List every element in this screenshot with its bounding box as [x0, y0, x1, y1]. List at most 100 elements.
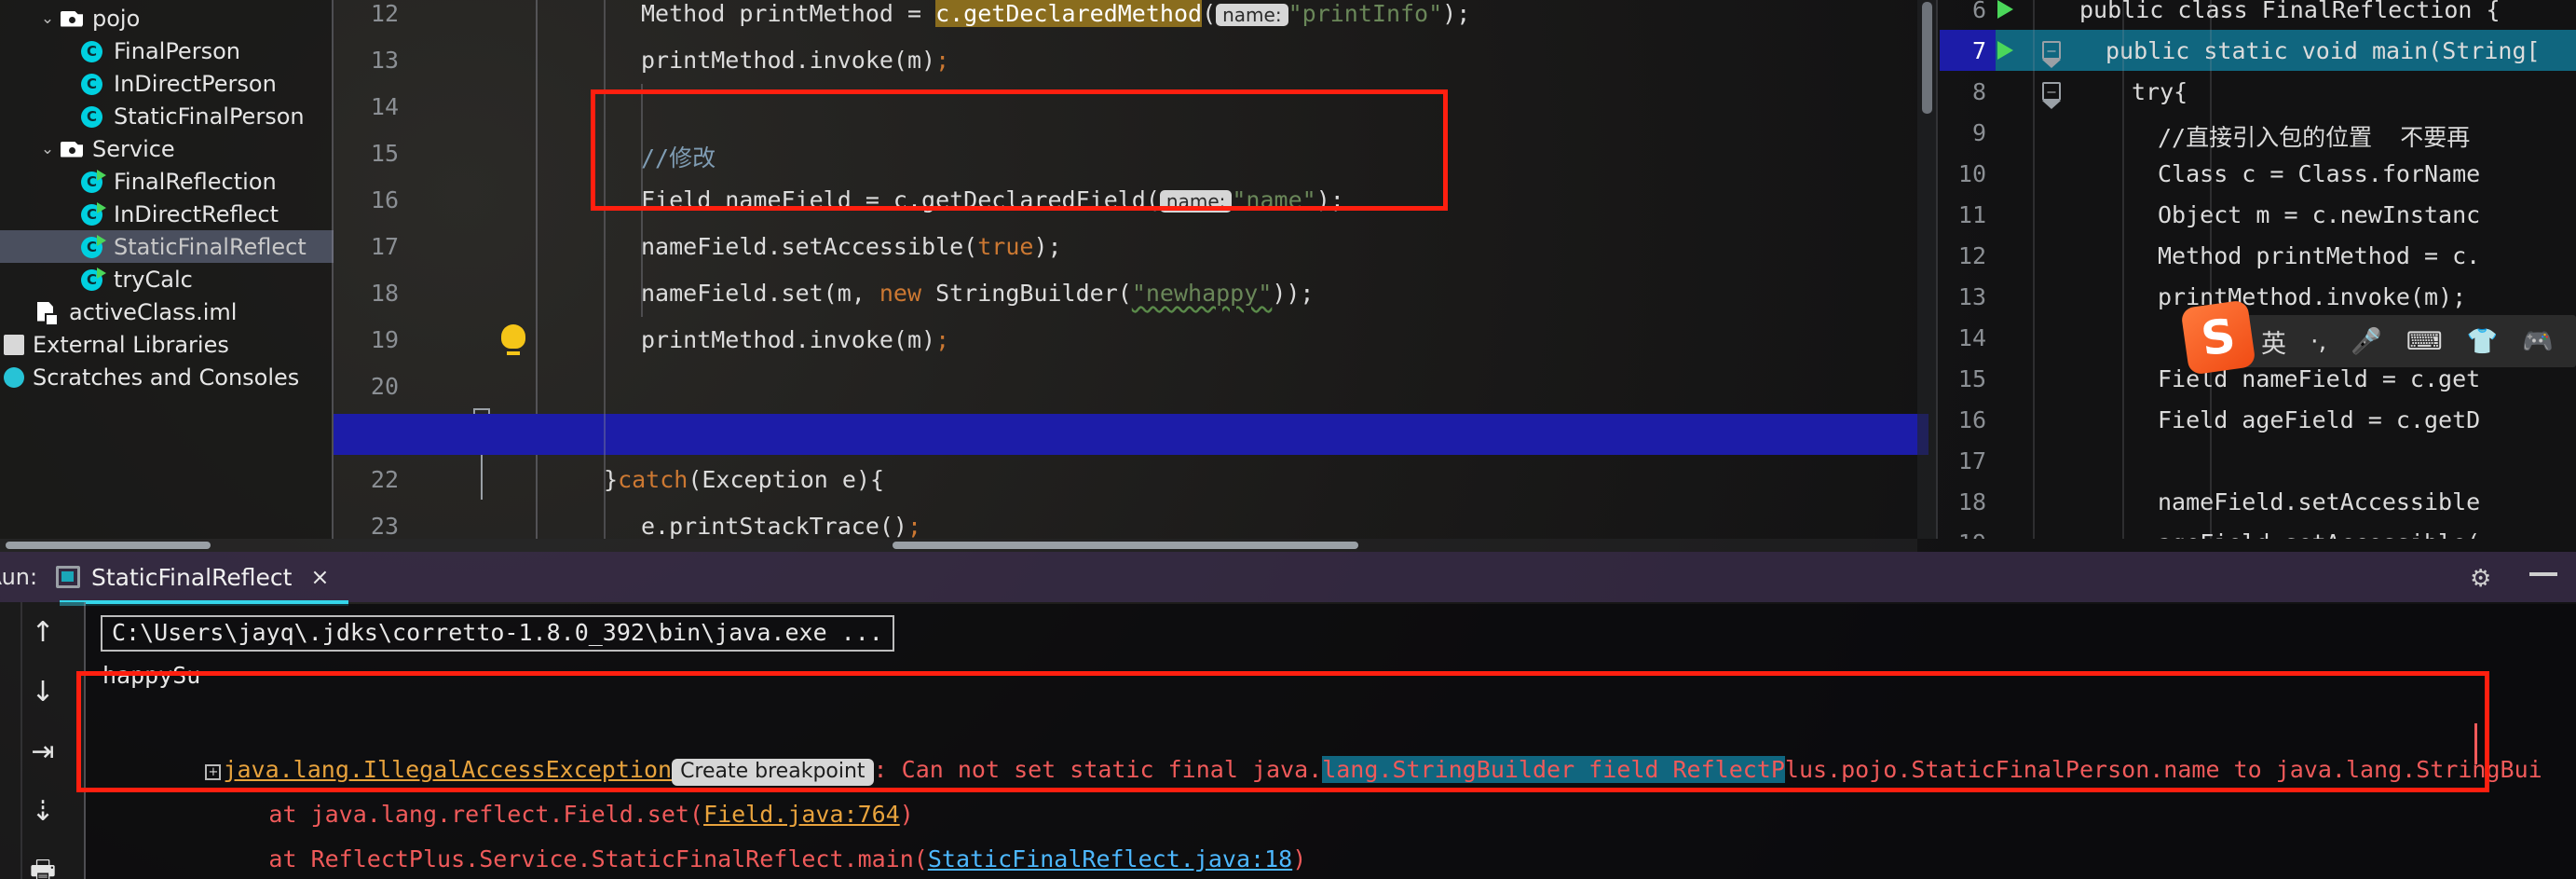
gear-icon[interactable]: ⚙ — [2470, 565, 2496, 593]
code-line[interactable]: Field nameField = c.getDeclaredField(nam… — [641, 186, 1344, 213]
class-glyph: C — [81, 105, 102, 128]
line-number: 16 — [370, 186, 399, 213]
code-line[interactable]: nameField.set(m, new StringBuilder("newh… — [641, 280, 1314, 307]
code-line[interactable]: e.printStackTrace(); — [641, 513, 921, 539]
code-token: printMethod.invoke(m) — [641, 326, 936, 353]
tree-item-trycalc[interactable]: CtryCalc — [0, 263, 334, 295]
run-tab-staticfinalreflect[interactable]: StaticFinalReflect × — [56, 552, 330, 602]
sidebar-horizontal-scrollbar[interactable] — [0, 539, 334, 552]
code-line[interactable]: printMethod.invoke(m); — [641, 326, 949, 353]
tree-item-activeclass-iml[interactable]: activeClass.iml — [0, 295, 334, 328]
code-line[interactable]: Method printMethod = c.getDeclaredMethod… — [641, 0, 1470, 27]
intention-bulb-icon[interactable] — [501, 324, 525, 355]
tree-item-finalreflection[interactable]: C FinalReflection — [0, 165, 334, 198]
fold-collapse-icon[interactable]: – — [2042, 41, 2061, 60]
chevron-down-icon[interactable]: ⌄ — [35, 9, 60, 28]
exception-message-part-b: lus.pojo.StaticFinalPerson.name to java.… — [1784, 756, 2542, 783]
soft-wrap-icon[interactable]: ⇥ — [25, 735, 61, 770]
tree-item-external-libraries[interactable]: External Libraries — [0, 328, 334, 361]
code-line[interactable]: }catch(Exception e){ — [604, 466, 884, 493]
tree-item-label: FinalReflection — [114, 168, 277, 195]
editor-gutter[interactable]: 1213141516171819202122232425- — [334, 0, 576, 539]
editor-hscroll-thumb[interactable] — [893, 542, 1358, 549]
tree-item-finalperson[interactable]: C FinalPerson — [0, 34, 334, 67]
up-arrow-icon[interactable]: ↑ — [25, 615, 61, 651]
line-number: 10 — [1957, 160, 1986, 187]
run-panel-header: Run: StaticFinalReflect × ⚙ — [0, 552, 2576, 606]
stack-2-link[interactable]: StaticFinalReflect.java:18 — [928, 845, 1292, 872]
sidebar-editor-divider[interactable] — [332, 0, 334, 539]
run-marker-icon[interactable] — [97, 169, 106, 181]
gutter-divider — [536, 0, 538, 539]
line-number: 11 — [1957, 201, 1986, 228]
console-output[interactable]: C:\Users\jayq\.jdks\corretto-1.8.0_392\b… — [86, 604, 2576, 879]
code-line[interactable]: //直接引入包的位置 不要再 — [2158, 119, 2470, 153]
code-token: ; — [935, 326, 950, 353]
tree-item-staticfinalperson[interactable]: C StaticFinalPerson — [0, 100, 334, 132]
tree-item-indirectperson[interactable]: C InDirectPerson — [0, 67, 334, 100]
run-marker-icon[interactable] — [97, 234, 106, 246]
ime-item-1[interactable]: ·, — [2310, 327, 2326, 356]
console-stack-line-2[interactable]: at ReflectPlus.Service.StaticFinalReflec… — [157, 818, 1306, 879]
code-line[interactable]: nameField.setAccessible(true); — [641, 233, 1062, 260]
editor-vertical-scrollbar[interactable] — [1917, 0, 1938, 539]
code-token: new — [879, 280, 922, 307]
indent-guide — [2122, 0, 2124, 539]
sogou-logo-icon[interactable]: S — [2180, 299, 2256, 376]
emoji-icon[interactable]: 🎮 — [2522, 326, 2554, 356]
scroll-to-end-icon[interactable]: ⇣ — [25, 794, 61, 830]
minimize-icon[interactable] — [2529, 572, 2557, 576]
caret-line-highlight — [334, 414, 1929, 455]
down-arrow-icon[interactable]: ↓ — [25, 675, 61, 710]
project-tree-panel[interactable]: ⌄ pojo C FinalPerson C InDirectPerson C StaticF… — [0, 0, 334, 539]
chevron-down-icon[interactable]: ⌄ — [35, 140, 60, 158]
code-line[interactable]: public static void main(String[ — [2106, 37, 2541, 64]
run-marker-icon[interactable] — [97, 201, 106, 213]
code-token: "newhappy" — [1131, 280, 1273, 307]
editor-scroll-thumb[interactable] — [1922, 2, 1932, 114]
run-gutter-icon[interactable] — [1997, 41, 2013, 60]
run-gutter-icon[interactable] — [1997, 0, 2013, 19]
tree-item-staticfinalreflect[interactable]: C StaticFinalReflect — [0, 230, 334, 263]
code-editor-preview[interactable]: 6 public class FinalReflection {7 public s… — [1940, 0, 2576, 539]
tree-item-pojo[interactable]: ⌄ pojo — [0, 2, 334, 34]
line-number: 16 — [1957, 406, 1986, 433]
fold-collapse-icon[interactable]: – — [2042, 82, 2061, 101]
java-runnable-class-icon: C — [80, 267, 106, 292]
skin-icon[interactable]: 👕 — [2467, 326, 2499, 356]
tree-item-label: pojo — [92, 5, 141, 32]
code-editor-main[interactable]: 1213141516171819202122232425-Method prin… — [334, 0, 1929, 539]
line-number: 13 — [370, 47, 399, 74]
keyboard-icon[interactable]: ⌨ — [2406, 327, 2443, 356]
code-line[interactable]: ageField.setAccessible( — [2158, 529, 2480, 539]
folder-icon — [60, 9, 84, 28]
ime-item-0[interactable]: 英 — [2261, 323, 2286, 360]
code-line[interactable]: //修改 — [641, 140, 716, 173]
scratches-icon — [4, 366, 24, 388]
tree-item-scratches-and-consoles[interactable]: Scratches and Consoles — [0, 361, 334, 393]
code-line[interactable]: Class c = Class.forName — [2158, 160, 2480, 187]
run-configuration-icon — [56, 566, 80, 588]
run-marker-icon[interactable] — [97, 267, 106, 279]
tree-item-service[interactable]: ⌄ Service — [0, 132, 334, 165]
code-token: printMethod.invoke(m) — [641, 47, 936, 74]
print-icon[interactable]: 🖶 — [25, 854, 61, 879]
sidebar-scroll-thumb[interactable] — [6, 542, 211, 549]
tree-item-indirectreflect[interactable]: C InDirectReflect — [0, 198, 334, 230]
code-line[interactable]: public class FinalReflection { — [2079, 0, 2501, 23]
tree-item-label: InDirectReflect — [114, 200, 279, 227]
code-line[interactable]: nameField.setAccessible — [2158, 488, 2480, 515]
line-number: 17 — [370, 233, 399, 260]
sogou-ime-toolbar[interactable]: S 英·,🎤⌨👕🎮☰ — [2180, 299, 2576, 376]
code-line[interactable]: Object m = c.newInstanc — [2158, 201, 2480, 228]
editor-horizontal-scrollbar[interactable] — [334, 539, 1917, 552]
code-token: e.printStackTrace() — [641, 513, 907, 539]
code-line[interactable]: Field ageField = c.getD — [2158, 406, 2480, 433]
close-icon[interactable]: × — [310, 564, 329, 590]
code-line[interactable]: try{ — [2132, 78, 2188, 105]
stack-2-prefix: at ReflectPlus.Service.StaticFinalReflec… — [268, 845, 928, 872]
mic-icon[interactable]: 🎤 — [2351, 326, 2382, 356]
code-token: ); — [1033, 233, 1062, 260]
code-line[interactable]: printMethod.invoke(m); — [641, 47, 949, 74]
code-line[interactable]: Method printMethod = c. — [2158, 242, 2480, 269]
